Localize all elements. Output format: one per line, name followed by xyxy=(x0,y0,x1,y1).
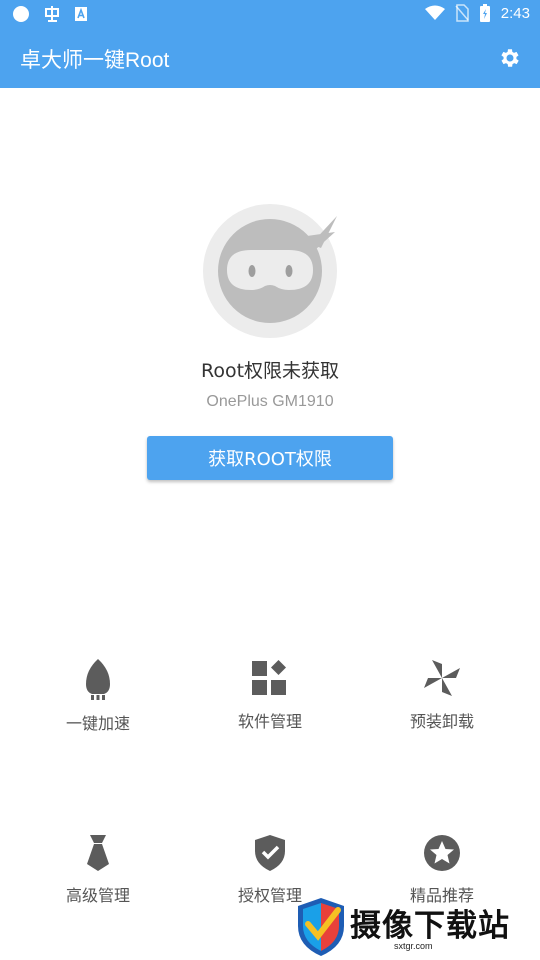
battery-icon xyxy=(479,4,490,22)
status-bar: 2:43 xyxy=(0,0,540,28)
no-sim-icon xyxy=(455,4,469,22)
pinwheel-icon xyxy=(424,660,460,696)
watermark: 摄像下载站 sxtgr.com xyxy=(294,896,534,960)
ninja-avatar xyxy=(203,204,337,338)
get-root-button[interactable]: 获取ROOT权限 xyxy=(147,436,393,480)
tool-speed-up[interactable]: 一键加速 xyxy=(8,658,188,738)
gear-icon xyxy=(501,49,519,67)
rocket-icon xyxy=(86,659,110,700)
star-icon xyxy=(424,835,460,871)
tool-label: 一键加速 xyxy=(65,714,130,733)
app-toolbar: 卓大师一键Root xyxy=(0,28,540,88)
app-notification-icon xyxy=(45,6,59,22)
watermark-shield-logo xyxy=(298,898,344,956)
status-time: 2:43 xyxy=(500,4,530,22)
settings-button[interactable] xyxy=(498,46,522,70)
watermark-url: sxtgr.com xyxy=(394,941,433,951)
app-title: 卓大师一键Root xyxy=(20,49,170,72)
device-name: OnePlus GM1910 xyxy=(206,393,334,410)
wifi-icon xyxy=(424,5,445,20)
apps-icon xyxy=(252,660,286,695)
text-notification-icon xyxy=(75,7,87,21)
tool-label: 预装卸载 xyxy=(409,712,474,731)
tool-advanced-manage[interactable]: 高级管理 xyxy=(8,834,188,914)
watermark-text: 摄像下载站 xyxy=(350,908,510,944)
tool-software-manage[interactable]: 软件管理 xyxy=(180,658,360,738)
get-root-button-label: 获取ROOT权限 xyxy=(208,449,332,470)
circle-notification-icon xyxy=(13,6,29,22)
ninja-icon xyxy=(203,204,337,338)
shield-check-icon xyxy=(255,835,285,871)
tool-preinstall-uninstall[interactable]: 预装卸载 xyxy=(352,658,532,738)
tool-label: 高级管理 xyxy=(65,886,130,905)
tool-label: 软件管理 xyxy=(237,712,302,731)
necktie-icon xyxy=(87,835,109,871)
root-status-title: Root权限未获取 xyxy=(200,360,340,382)
